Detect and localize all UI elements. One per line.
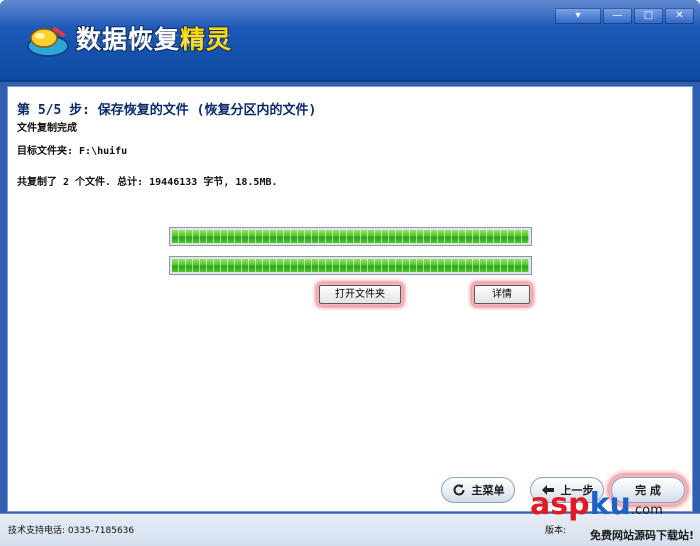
watermark-red-text: asp [530, 487, 590, 522]
watermark-subtitle: 免费网站源码下载站! [590, 529, 695, 542]
watermark-suffix: .com [630, 503, 663, 518]
main-menu-button[interactable]: 主菜单 [441, 477, 515, 503]
progress-bar-1 [169, 227, 532, 246]
version-text: 版本: [545, 526, 567, 536]
maximize-button[interactable]: □ [634, 8, 663, 24]
content-panel: 第 5/5 步: 保存恢复的文件 (恢复分区内的文件) 文件复制完成 目标文件夹… [7, 86, 693, 512]
window-controls: ▾ — □ ✕ [555, 8, 694, 24]
watermark-blue-text: ku [589, 487, 631, 522]
copy-summary-text: 共复制了 2 个文件. 总计: 19446133 字节, 18.5MB. [17, 177, 278, 188]
progress-bar-2 [169, 256, 532, 275]
open-folder-button[interactable]: 打开文件夹 [319, 285, 401, 304]
menu-dropdown-button[interactable]: ▾ [555, 8, 601, 24]
app-window: 数据恢复精灵 数据恢复精灵 ▾ — □ ✕ 第 5/5 步: 保存恢复的文件 (… [0, 0, 700, 546]
main-menu-label: 主菜单 [471, 484, 505, 497]
minimize-button[interactable]: — [603, 8, 632, 24]
copy-status-text: 文件复制完成 [17, 123, 77, 134]
close-button[interactable]: ✕ [665, 8, 694, 24]
watermark-logo: aspku.com [530, 487, 663, 522]
data-recovery-logo-icon [27, 27, 69, 57]
title-bar: 数据恢复精灵 数据恢复精灵 ▾ — □ ✕ [0, 0, 700, 82]
details-button[interactable]: 详情 [474, 285, 530, 304]
progress-bar-1-fill [172, 230, 529, 243]
target-folder-text: 目标文件夹: F:\huifu [17, 146, 128, 157]
app-title-reflection: 数据恢复精灵 [76, 33, 233, 48]
step-title: 第 5/5 步: 保存恢复的文件 (恢复分区内的文件) [17, 103, 317, 118]
refresh-icon [453, 484, 464, 496]
support-phone-text: 技术支持电话: 0335-7185636 [8, 526, 135, 536]
progress-bar-2-fill [172, 259, 529, 272]
